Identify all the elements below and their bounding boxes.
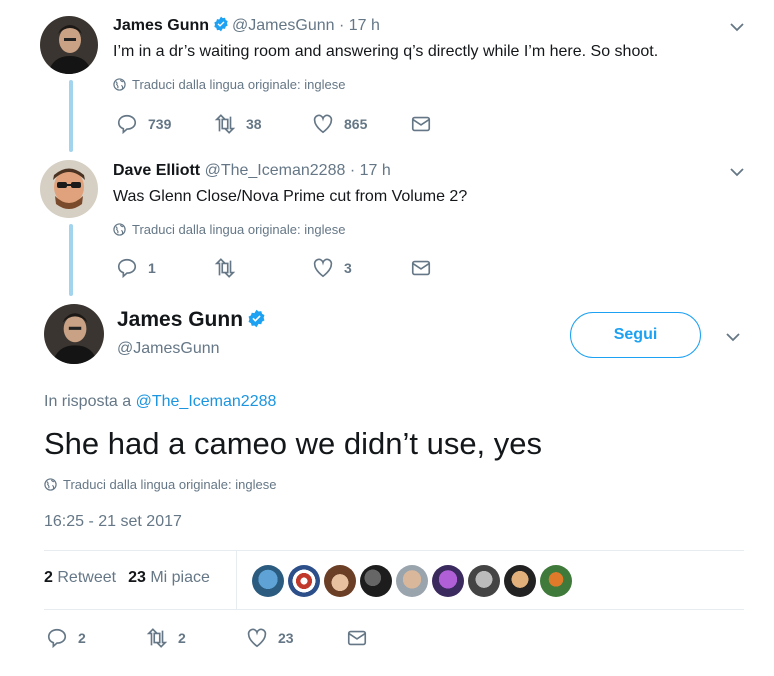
reply-button[interactable]: 2 [46, 627, 146, 649]
verified-badge-icon [248, 309, 265, 328]
reply-count: 2 [78, 630, 86, 646]
message-button[interactable] [346, 627, 368, 649]
message-button[interactable] [410, 113, 432, 135]
retweet-button[interactable]: 2 [146, 627, 246, 649]
like-icon [313, 258, 333, 278]
like-icon [313, 114, 333, 134]
liker-avatar[interactable] [396, 565, 428, 597]
like-count: 23 [278, 630, 294, 646]
tweet-time[interactable]: · 17 h [350, 162, 391, 179]
translate-label: Traduci dalla lingua originale: inglese [132, 77, 346, 92]
tweet-2[interactable]: Dave Elliott @The_Iceman2288 · 17 h Was … [0, 150, 774, 296]
tweet-text: Was Glenn Close/Nova Prime cut from Volu… [113, 188, 468, 205]
like-total: 23 [128, 569, 146, 586]
follow-button[interactable]: Segui [570, 312, 701, 358]
reply-to-link[interactable]: @The_Iceman2288 [136, 393, 277, 410]
author-handle[interactable]: @The_Iceman2288 [205, 162, 346, 179]
message-button[interactable] [410, 257, 432, 279]
reply-count: 1 [148, 260, 156, 276]
like-icon [247, 628, 267, 648]
liker-avatar[interactable] [504, 565, 536, 597]
retweet-icon [146, 628, 168, 648]
liker-avatar[interactable] [432, 565, 464, 597]
retweet-stat-label: Retweet [57, 569, 117, 586]
retweet-count: 2 [178, 630, 186, 646]
chevron-down-icon[interactable] [728, 18, 746, 36]
liker-avatar[interactable] [324, 565, 356, 597]
engagement-stats: 2 Retweet 23 Mi piace [44, 569, 210, 587]
chevron-down-icon[interactable] [724, 328, 742, 346]
like-count: 3 [344, 260, 352, 276]
translate-link[interactable]: Traduci dalla lingua originale: inglese [113, 77, 345, 92]
like-stat[interactable]: 23 Mi piace [128, 569, 210, 587]
reply-icon [47, 628, 67, 649]
globe-icon [113, 223, 126, 236]
tweet-text: I’m in a dr’s waiting room and answering… [113, 43, 659, 60]
globe-icon [113, 78, 126, 91]
like-button[interactable]: 865 [312, 113, 410, 135]
chevron-down-icon[interactable] [728, 163, 746, 181]
liker-avatars [252, 565, 572, 597]
retweet-button[interactable] [214, 257, 312, 279]
retweet-button[interactable]: 38 [214, 113, 312, 135]
liker-avatar[interactable] [288, 565, 320, 597]
reply-button[interactable]: 1 [116, 257, 214, 279]
retweet-icon [214, 114, 236, 134]
reply-context: In risposta a @The_Iceman2288 [44, 393, 276, 411]
globe-icon [44, 478, 57, 491]
reply-count: 739 [148, 116, 172, 132]
tweet-1[interactable]: James Gunn @JamesGunn · 17 h I’m in a dr’… [0, 0, 774, 150]
retweet-stat[interactable]: 2 Retweet [44, 569, 116, 587]
translate-link[interactable]: Traduci dalla lingua originale: inglese [113, 222, 345, 237]
avatar[interactable] [40, 16, 98, 74]
reply-icon [117, 114, 137, 135]
retweet-count: 38 [246, 116, 262, 132]
avatar[interactable] [40, 160, 98, 218]
like-button[interactable]: 23 [246, 627, 346, 649]
message-icon [347, 630, 367, 646]
translate-link[interactable]: Traduci dalla lingua originale: inglese [44, 477, 276, 492]
main-author-name[interactable]: James Gunn [117, 308, 243, 331]
reply-prefix: In risposta a [44, 393, 132, 410]
retweet-total: 2 [44, 569, 53, 586]
message-icon [411, 260, 431, 276]
stats-separator [236, 551, 237, 609]
author-name[interactable]: James Gunn [113, 17, 209, 34]
main-tweet-text: She had a cameo we didn’t use, yes [44, 426, 543, 461]
like-stat-label: Mi piace [150, 569, 210, 586]
timestamp[interactable]: 16:25 - 21 set 2017 [44, 513, 182, 531]
main-author-handle[interactable]: @JamesGunn [117, 340, 220, 358]
liker-avatar[interactable] [468, 565, 500, 597]
main-avatar[interactable] [44, 304, 104, 364]
translate-label: Traduci dalla lingua originale: inglese [63, 477, 277, 492]
liker-avatar[interactable] [540, 565, 572, 597]
like-count: 865 [344, 116, 368, 132]
verified-badge-icon [214, 16, 228, 32]
liker-avatar[interactable] [360, 565, 392, 597]
reply-icon [117, 258, 137, 279]
divider [44, 609, 744, 610]
translate-label: Traduci dalla lingua originale: inglese [132, 222, 346, 237]
like-button[interactable]: 3 [312, 257, 410, 279]
author-name[interactable]: Dave Elliott [113, 162, 200, 179]
retweet-icon [214, 258, 236, 278]
reply-button[interactable]: 739 [116, 113, 214, 135]
liker-avatar[interactable] [252, 565, 284, 597]
message-icon [411, 116, 431, 132]
author-handle[interactable]: @JamesGunn [232, 17, 335, 34]
divider [44, 550, 744, 551]
tweet-time[interactable]: · 17 h [339, 17, 380, 34]
